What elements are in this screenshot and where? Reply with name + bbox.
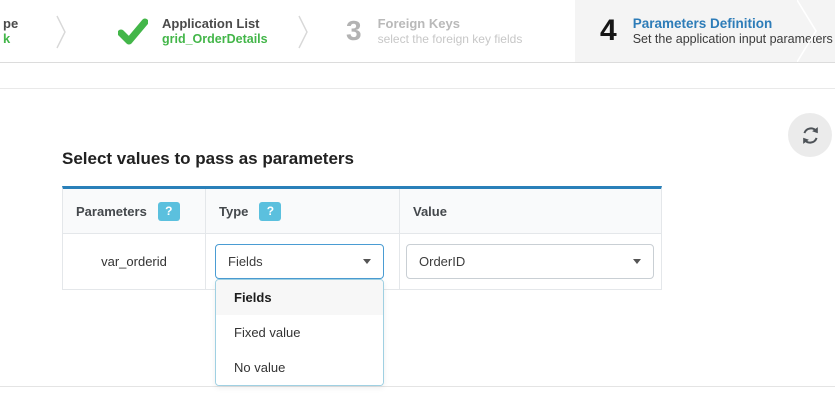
step-subtitle: grid_OrderDetails	[162, 32, 268, 47]
step-application-list[interactable]: Application List grid_OrderDetails	[62, 0, 298, 62]
table-row: var_orderid Fields Fields Fixed value No…	[63, 234, 661, 289]
parameter-name: var_orderid	[101, 254, 167, 269]
horizontal-divider	[0, 386, 835, 387]
check-icon	[118, 18, 148, 45]
option-fields[interactable]: Fields	[216, 280, 383, 315]
header-cell-value: Value	[399, 189, 661, 233]
caret-down-icon	[363, 259, 371, 264]
help-icon[interactable]: ?	[259, 202, 281, 221]
refresh-icon	[801, 126, 820, 145]
header-cell-type: Type ?	[205, 189, 399, 233]
header-cell-parameters: Parameters ?	[63, 189, 205, 233]
step-parameters-definition[interactable]: 4 Parameters Definition Set the applicat…	[575, 0, 835, 62]
cell-value: OrderID	[399, 234, 661, 289]
type-select-value: Fields	[228, 254, 263, 269]
step-title: Foreign Keys	[378, 16, 523, 32]
chevron-separator-icon	[797, 0, 818, 62]
value-select-value: OrderID	[419, 254, 465, 269]
value-select[interactable]: OrderID	[406, 244, 654, 279]
table-header-row: Parameters ? Type ? Value	[63, 189, 661, 234]
header-label: Value	[413, 204, 447, 219]
step-truncated[interactable]: pe k	[0, 0, 56, 62]
type-options-panel: Fields Fixed value No value	[215, 279, 384, 386]
caret-down-icon	[633, 259, 641, 264]
horizontal-divider	[0, 88, 835, 89]
page-heading: Select values to pass as parameters	[62, 149, 354, 169]
option-fixed-value[interactable]: Fixed value	[216, 315, 383, 350]
header-label: Type	[219, 204, 248, 219]
step-subtitle: select the foreign key fields	[378, 32, 523, 47]
step-title-fragment: pe	[3, 16, 18, 31]
cell-parameter-name: var_orderid	[63, 234, 205, 289]
option-no-value[interactable]: No value	[216, 350, 383, 385]
step-subtitle-fragment: k	[3, 31, 18, 46]
parameters-table: Parameters ? Type ? Value var_orderid Fi…	[62, 186, 662, 290]
wizard-stepper: pe k Application List grid_OrderDetails …	[0, 0, 835, 63]
step-number: 4	[600, 0, 617, 62]
cell-type: Fields Fields Fixed value No value	[205, 234, 399, 289]
step-number: 3	[346, 0, 362, 62]
step-title: Application List	[162, 16, 268, 32]
type-select[interactable]: Fields	[215, 244, 384, 279]
step-foreign-keys[interactable]: 3 Foreign Keys select the foreign key fi…	[302, 0, 575, 62]
header-label: Parameters	[76, 204, 147, 219]
refresh-button[interactable]	[788, 113, 832, 157]
help-icon[interactable]: ?	[158, 202, 180, 221]
